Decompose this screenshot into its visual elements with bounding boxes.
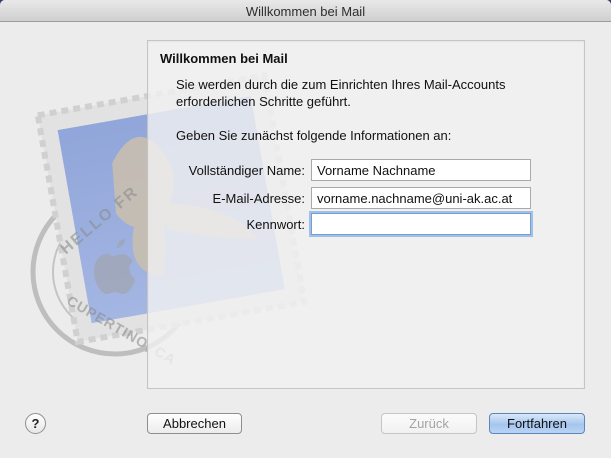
- password-field[interactable]: [311, 213, 531, 235]
- email-field[interactable]: [311, 187, 531, 209]
- cancel-button[interactable]: Abbrechen: [147, 413, 242, 434]
- back-button[interactable]: Zurück: [381, 413, 477, 434]
- full-name-field[interactable]: [311, 159, 531, 181]
- intro-line-2: erforderlichen Schritte geführt.: [176, 94, 351, 109]
- email-label: E-Mail-Adresse:: [212, 191, 305, 206]
- title-bar[interactable]: Willkommen bei Mail: [0, 0, 611, 22]
- window-title: Willkommen bei Mail: [245, 4, 366, 19]
- page-heading: Willkommen bei Mail: [160, 51, 288, 66]
- intro-line-1: Sie werden durch die zum Einrichten Ihre…: [176, 77, 506, 92]
- instruction-text: Geben Sie zunächst folgende Informatione…: [176, 128, 452, 143]
- full-name-label: Vollständiger Name:: [188, 163, 305, 178]
- mail-setup-window: Willkommen bei Mail HELLO FR CUPERTINO, …: [0, 0, 611, 458]
- continue-button[interactable]: Fortfahren: [489, 413, 585, 434]
- password-label: Kennwort:: [246, 217, 305, 232]
- help-button[interactable]: ?: [25, 413, 46, 434]
